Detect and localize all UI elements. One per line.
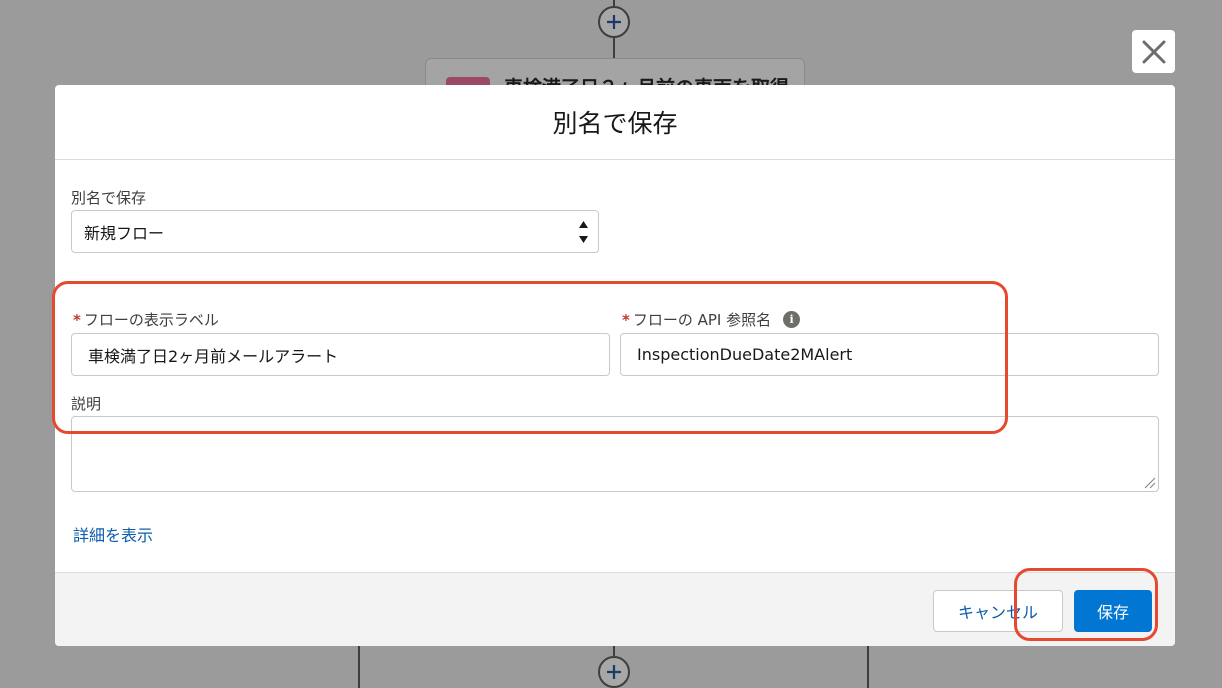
connector-line-right: [867, 646, 869, 688]
required-mark: *: [622, 310, 630, 329]
save-button[interactable]: 保存: [1074, 590, 1152, 632]
api-name-text: フローの API 参照名: [632, 311, 772, 329]
close-modal-button[interactable]: [1132, 30, 1175, 73]
modal-header: 別名で保存: [55, 85, 1175, 160]
info-icon[interactable]: i: [783, 311, 801, 328]
description-label: 説明: [71, 395, 102, 413]
description-textarea[interactable]: [71, 416, 1159, 492]
save-as-selected-value: 新規フロー: [84, 223, 165, 243]
cancel-button[interactable]: キャンセル: [933, 590, 1063, 632]
save-as-select[interactable]: 新規フロー: [71, 210, 599, 253]
api-name-field-label: * フローの API 参照名 i: [622, 309, 801, 330]
show-details-link[interactable]: 詳細を表示: [73, 522, 153, 546]
required-mark: *: [73, 310, 81, 329]
flow-label-input[interactable]: 車検満了日2ヶ月前メールアラート: [71, 333, 610, 376]
add-element-button-top[interactable]: [598, 6, 630, 38]
api-name-input[interactable]: InspectionDueDate2MAlert: [620, 333, 1159, 376]
flow-label-text: フローの表示ラベル: [83, 311, 219, 329]
save-as-modal: 別名で保存 別名で保存 新規フロー * フローの表示ラベル 車検満了日2ヶ月前メ…: [55, 85, 1175, 646]
select-arrows-icon: [578, 221, 588, 243]
add-element-button-bottom[interactable]: [598, 656, 630, 688]
close-icon: [1142, 40, 1165, 63]
plus-icon: [607, 15, 621, 29]
resize-handle-icon[interactable]: [1142, 475, 1156, 489]
flow-label-field-label: * フローの表示ラベル: [73, 309, 219, 330]
plus-icon: [607, 665, 621, 679]
connector-line-left: [358, 646, 360, 688]
modal-footer: キャンセル 保存: [55, 572, 1175, 646]
save-as-label: 別名で保存: [71, 189, 147, 207]
connector-line-center: [613, 646, 615, 656]
modal-title: 別名で保存: [552, 109, 678, 138]
